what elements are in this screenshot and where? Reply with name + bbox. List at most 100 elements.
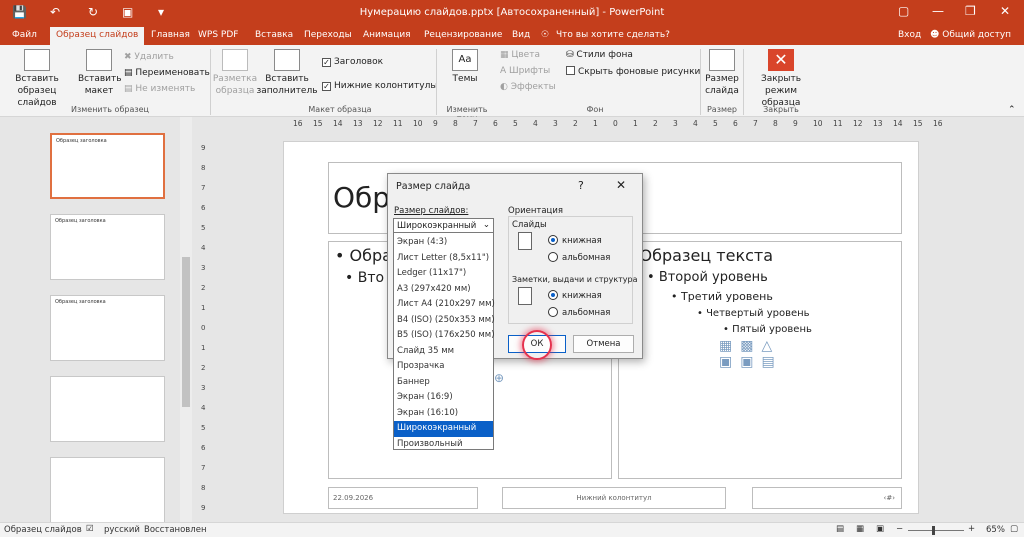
share-label: Общий доступ: [942, 30, 1012, 40]
master-layout-button[interactable]: Разметка образца: [212, 49, 258, 97]
tab-view[interactable]: Вид: [512, 30, 530, 40]
size-option[interactable]: Лист Letter (8,5x11"): [394, 251, 493, 267]
close-window-icon[interactable]: ✕: [1000, 4, 1010, 18]
cancel-label: Отмена: [586, 339, 621, 349]
hide-bg-checkbox[interactable]: Скрыть фоновые рисунки: [566, 66, 700, 77]
slide-size-button[interactable]: Размер слайда: [702, 49, 742, 97]
size-option[interactable]: Прозрачка: [394, 359, 493, 375]
master-layout-icon: [222, 49, 248, 71]
tell-me-search[interactable]: Что вы хотите сделать?: [556, 30, 670, 40]
minimize-icon[interactable]: —: [932, 4, 944, 18]
slide-number-text: ‹#›: [883, 494, 895, 502]
slide-number-placeholder[interactable]: ‹#›: [752, 487, 902, 509]
themes-button[interactable]: Aa Темы: [444, 49, 486, 85]
size-option[interactable]: Экран (16:10): [394, 406, 493, 422]
slide-size-select-value: Широкоэкранный: [397, 221, 477, 231]
ruler-tick-label: 2: [573, 119, 578, 128]
size-option[interactable]: Ledger (11x17"): [394, 266, 493, 282]
insert-placeholder-icon: [274, 49, 300, 71]
close-master-button[interactable]: ✕ Закрыть режим образца: [745, 49, 817, 109]
footer-placeholder[interactable]: Нижний колонтитул: [502, 487, 726, 509]
landscape-radio[interactable]: альбомная: [548, 252, 610, 263]
ok-label: ОК: [530, 339, 544, 349]
right-content-placeholder[interactable]: • Образец текста • Второй уровень • Трет…: [618, 241, 902, 479]
maximize-icon[interactable]: ❐: [965, 4, 976, 18]
bg-styles-button[interactable]: ⛁ Стили фона: [566, 50, 633, 60]
insert-master-button[interactable]: Вставить образец слайдов: [2, 49, 72, 109]
insert-content-icons[interactable]: ▦▩△ ▣▣▤: [719, 338, 783, 370]
slide-thumbnail[interactable]: Образец заголовка: [50, 295, 165, 361]
size-option[interactable]: Широкоэкранный: [394, 421, 493, 437]
rename-icon: ▤: [124, 68, 136, 78]
preserve-button[interactable]: ▤ Не изменять: [124, 84, 195, 94]
tab-wps-pdf[interactable]: WPS PDF: [198, 30, 238, 40]
notes-portrait-radio[interactable]: книжная: [548, 290, 602, 301]
notes-landscape-radio[interactable]: альбомная: [548, 307, 610, 318]
slide-thumbnail[interactable]: [50, 457, 165, 523]
fit-slide-icon[interactable]: ▢: [1010, 524, 1018, 534]
slide-thumbnail[interactable]: [50, 376, 165, 442]
cancel-button[interactable]: Отмена: [573, 335, 634, 353]
ruler-tick-label: 8: [201, 164, 206, 172]
colors-button[interactable]: ▦ Цвета: [500, 50, 540, 60]
tab-home[interactable]: Главная: [151, 30, 190, 40]
size-option[interactable]: Экран (4:3): [394, 235, 493, 251]
slide-thumbnail[interactable]: Образец заголовка: [50, 133, 165, 199]
help-icon[interactable]: ?: [578, 179, 584, 192]
size-option[interactable]: Баннер: [394, 375, 493, 391]
tab-transitions[interactable]: Переходы: [304, 30, 352, 40]
view-mode-label: Образец слайдов: [4, 525, 82, 535]
effects-button[interactable]: ◐ Эффекты: [500, 82, 556, 92]
slide-sorter-icon[interactable]: ▦: [856, 524, 864, 534]
zoom-slider-thumb[interactable]: [932, 526, 935, 535]
ruler-tick-label: 5: [513, 119, 518, 128]
hide-bg-check-icon: [566, 66, 575, 75]
tab-review[interactable]: Рецензирование: [424, 30, 502, 40]
tab-slide-master[interactable]: Образец слайдов: [50, 27, 145, 45]
insert-online-picture-icon[interactable]: ⊕: [494, 371, 504, 385]
right-bullet-1: • Образец текста: [625, 246, 773, 265]
date-placeholder[interactable]: 22.09.2026: [328, 487, 478, 509]
slide-size-select[interactable]: Широкоэкранный ⌄: [393, 218, 494, 233]
size-option[interactable]: B4 (ISO) (250x353 мм): [394, 313, 495, 329]
sign-in-link[interactable]: Вход: [898, 30, 921, 40]
title-checkbox[interactable]: ✓ Заголовок: [322, 57, 383, 67]
fonts-button[interactable]: A Шрифты: [500, 66, 550, 76]
normal-view-icon[interactable]: ▤: [836, 524, 844, 534]
proofing-icon[interactable]: ☑: [86, 524, 94, 534]
close-dialog-icon[interactable]: ✕: [616, 178, 626, 192]
zoom-in-icon[interactable]: +: [968, 524, 975, 534]
ok-button[interactable]: ОК: [508, 335, 566, 353]
tab-animations[interactable]: Анимация: [363, 30, 411, 40]
size-option[interactable]: Слайд 35 мм: [394, 344, 493, 360]
size-option[interactable]: Лист А4 (210x297 мм): [394, 297, 495, 313]
slide-thumbnail[interactable]: Образец заголовка: [50, 214, 165, 280]
thumbnail-scrollbar[interactable]: [180, 117, 192, 522]
date-text: 22.09.2026: [333, 494, 374, 502]
preserve-label: Не изменять: [135, 84, 196, 94]
size-option[interactable]: А3 (297x420 мм): [394, 282, 493, 298]
slides-label: Слайды: [512, 220, 547, 230]
portrait-radio[interactable]: книжная: [548, 235, 602, 246]
language-label[interactable]: русский: [104, 525, 140, 535]
tab-file[interactable]: Файл: [12, 30, 37, 40]
size-option[interactable]: Произвольный: [394, 437, 493, 453]
ruler-tick-label: 7: [753, 119, 758, 128]
tab-insert[interactable]: Вставка: [255, 30, 293, 40]
ribbon-options-icon[interactable]: ▢: [898, 4, 909, 18]
insert-layout-button[interactable]: Вставить макет: [78, 49, 122, 97]
reading-view-icon[interactable]: ▣: [876, 524, 884, 534]
rename-button[interactable]: ▤ Переименовать: [124, 68, 210, 78]
insert-placeholder-button[interactable]: Вставить заполнитель: [256, 49, 318, 97]
zoom-slider[interactable]: [908, 530, 964, 531]
zoom-level[interactable]: 65%: [986, 525, 1005, 535]
zoom-out-icon[interactable]: −: [896, 524, 903, 534]
collapse-ribbon-icon[interactable]: ⌃: [1008, 105, 1016, 115]
size-option[interactable]: B5 (ISO) (176x250 мм): [394, 328, 495, 344]
share-button[interactable]: ☻ Общий доступ: [930, 30, 1011, 40]
size-option[interactable]: Экран (16:9): [394, 390, 493, 406]
delete-button[interactable]: ✖ Удалить: [124, 52, 174, 62]
footers-checkbox[interactable]: ✓ Нижние колонтитулы: [322, 81, 437, 91]
scrollbar-thumb[interactable]: [182, 257, 190, 407]
notes-landscape-radio-dot: [548, 307, 558, 317]
